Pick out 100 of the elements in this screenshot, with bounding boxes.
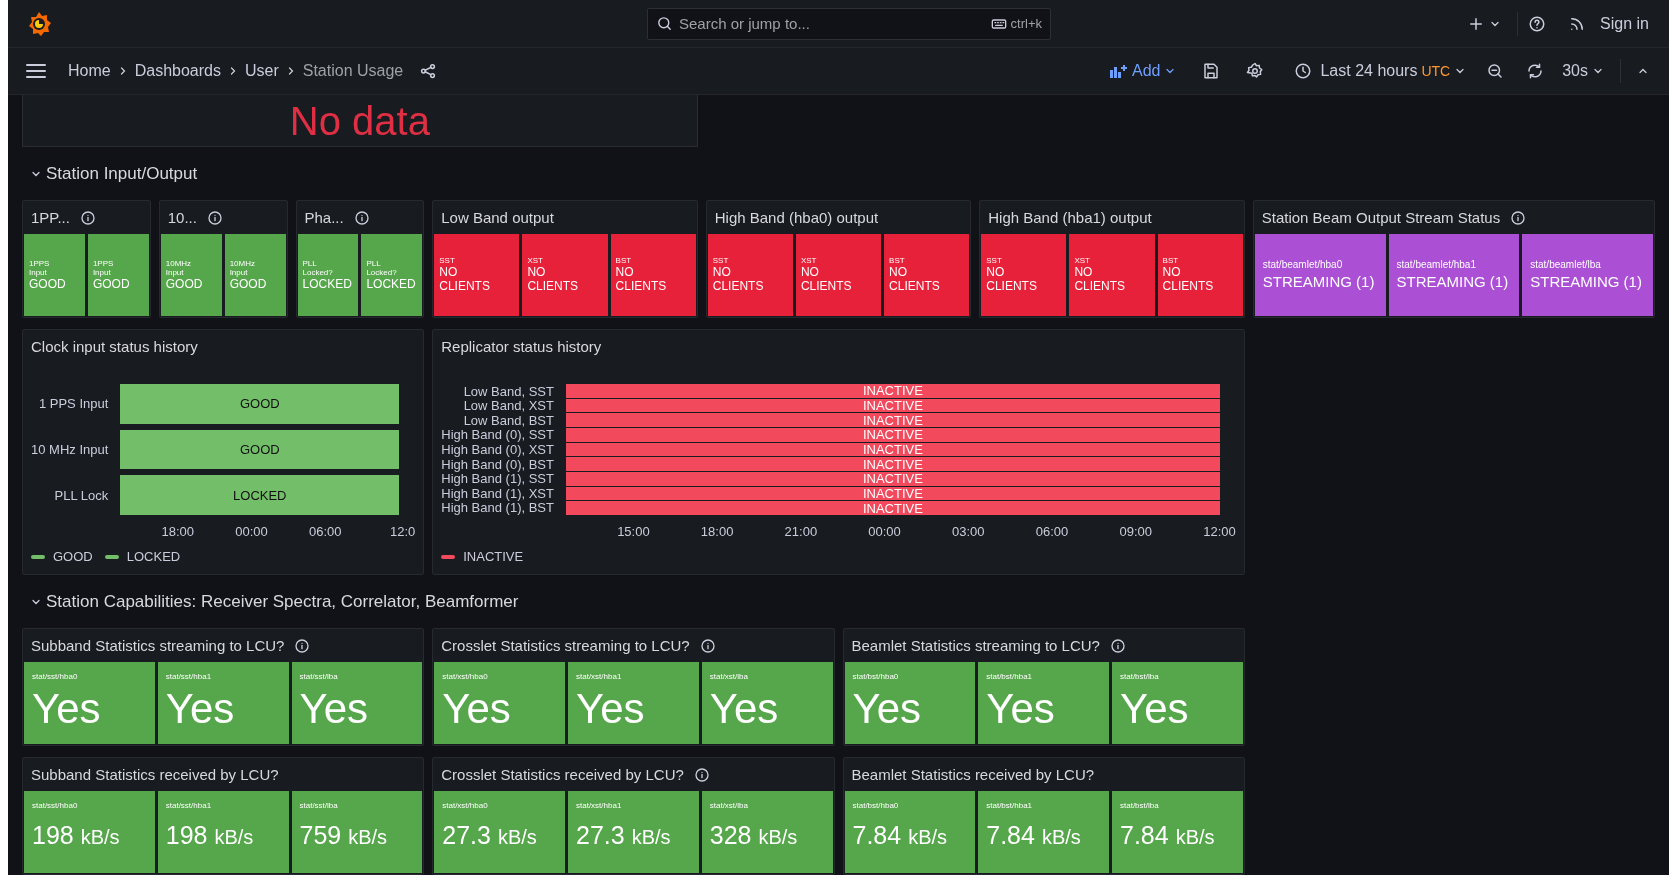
sign-in-button[interactable]: Sign in	[1594, 10, 1655, 37]
panel-title[interactable]: Subband Statistics received by LCU?	[31, 766, 279, 783]
tile-label: stat/bst/hba1	[986, 672, 1034, 682]
tile-label: XST	[1074, 256, 1090, 266]
panel-title[interactable]: Station Beam Output Stream Status	[1261, 209, 1501, 226]
tile-value: 27.3 kB/s	[442, 820, 538, 850]
info-icon[interactable]	[79, 209, 96, 226]
bar-chart-icon	[1110, 64, 1128, 78]
breadcrumb-link[interactable]: User	[244, 62, 279, 80]
tile-label: stat/sst/hba0	[32, 801, 79, 811]
state-bar: GOOD	[120, 429, 400, 470]
panel-title[interactable]: Beamlet Statistics streaming to LCU?	[851, 637, 1100, 654]
tile-value: Yes	[442, 687, 512, 730]
tile-label: PLL Locked?	[366, 258, 397, 278]
tile-value: 27.3 kB/s	[576, 820, 672, 850]
tile-label: stat/xst/hba1	[576, 672, 623, 682]
tile-value: Yes	[986, 687, 1056, 730]
info-icon[interactable]	[693, 766, 710, 783]
help-icon[interactable]	[1528, 14, 1547, 33]
clock-icon	[1294, 62, 1313, 80]
tile-label: stat/xst/hba0	[442, 801, 489, 811]
info-icon[interactable]	[353, 209, 370, 226]
tile-label: PLL Locked?	[302, 258, 333, 278]
tile-value: NO CLIENTS	[439, 266, 490, 294]
panel-title[interactable]: Low Band output	[441, 209, 554, 226]
tile-value: NO CLIENTS	[800, 266, 852, 294]
panel-title[interactable]: Beamlet Statistics received by LCU?	[851, 766, 1095, 783]
info-icon[interactable]	[294, 637, 311, 654]
panel-title[interactable]: High Band (hba1) output	[988, 209, 1152, 226]
axis-tick: 06:00	[308, 524, 342, 539]
legend-label: INACTIVE	[463, 549, 524, 564]
panel-title[interactable]: Subband Statistics streaming to LCU?	[31, 637, 285, 654]
state-bar: INACTIVE	[565, 384, 1220, 398]
tile-value: Yes	[32, 687, 102, 730]
breadcrumb-link[interactable]: Station Usage	[302, 62, 404, 80]
tile-label: stat/beamlet/hba0	[1262, 259, 1344, 272]
panel-title[interactable]: 1PP...	[31, 209, 70, 226]
breadcrumb-link[interactable]: Dashboards	[134, 62, 221, 80]
share-icon[interactable]	[419, 62, 438, 80]
tile-label: stat/bst/hba0	[852, 801, 900, 811]
tile-label: stat/xst/lba	[709, 801, 749, 811]
tile-value: 328 kB/s	[709, 820, 799, 850]
add-button[interactable]: Add	[1104, 58, 1183, 84]
tile-value: NO CLIENTS	[889, 266, 940, 294]
tile-label: stat/bst/lba	[1120, 672, 1160, 682]
tile-value: 7.84 kB/s	[1120, 820, 1216, 850]
tile-label: stat/bst/lba	[1120, 801, 1160, 811]
tile-label: stat/sst/lba	[299, 672, 339, 682]
row-label: High Band (0), SST	[441, 427, 554, 443]
tile-value: GOOD	[29, 277, 66, 292]
info-icon[interactable]	[206, 209, 223, 226]
tile-value: Yes	[576, 687, 646, 730]
panel-title[interactable]: Crosslet Statistics received by LCU?	[441, 766, 684, 783]
save-icon[interactable]	[1202, 62, 1221, 80]
zoom-out-icon[interactable]	[1486, 62, 1505, 80]
axis-tick: 12:0	[388, 524, 416, 539]
row-label: PLL Lock	[54, 486, 109, 505]
section-title[interactable]: Station Input/Output	[46, 163, 198, 184]
tile-label: stat/sst/lba	[299, 801, 339, 811]
refresh-interval-picker[interactable]: 30s	[1556, 58, 1610, 84]
panel-title[interactable]: Replicator status history	[441, 338, 602, 355]
panel-title[interactable]: Pha...	[304, 209, 344, 226]
tile-value: GOOD	[92, 277, 130, 292]
row-label: High Band (1), BST	[441, 500, 554, 516]
tile-label: stat/xst/hba0	[442, 672, 489, 682]
row-label: High Band (1), XST	[441, 485, 554, 501]
state-bar: INACTIVE	[565, 486, 1220, 501]
panel-title[interactable]: Clock input status history	[31, 338, 198, 355]
info-icon[interactable]	[1510, 209, 1527, 226]
tile-label: stat/beamlet/hba1	[1396, 259, 1477, 272]
row-label: Low Band, XST	[463, 398, 554, 414]
tile-value: LOCKED	[302, 277, 352, 292]
panel-title[interactable]: Crosslet Statistics streaming to LCU?	[441, 637, 690, 654]
tile-label: stat/xst/hba1	[576, 801, 623, 811]
section-title[interactable]: Station Capabilities: Receiver Spectra, Correlator, Beamformer	[46, 591, 519, 612]
axis-tick: 18:00	[160, 524, 195, 539]
info-icon[interactable]	[699, 637, 716, 654]
settings-icon[interactable]	[1246, 62, 1265, 80]
state-bar: INACTIVE	[565, 398, 1220, 413]
time-range-picker[interactable]: Last 24 hours UTC	[1288, 58, 1473, 84]
info-icon[interactable]	[1109, 637, 1126, 654]
legend-label: GOOD	[53, 549, 93, 564]
tile-label: 1PPS Input	[29, 258, 50, 278]
tile-value: NO CLIENTS	[615, 266, 667, 294]
axis-tick: 00:00	[234, 524, 268, 539]
search-field[interactable]: Search or jump to...	[679, 15, 985, 32]
tile-label: XST	[527, 256, 543, 266]
tile-value: NO CLIENTS	[986, 266, 1037, 294]
panel-title[interactable]: High Band (hba0) output	[714, 209, 879, 226]
tile-label: stat/sst/hba1	[165, 801, 213, 811]
shortcut-hint: ctrl+k	[1010, 16, 1042, 31]
breadcrumb-link[interactable]: Home	[68, 62, 111, 80]
refresh-icon[interactable]	[1526, 62, 1545, 80]
tile-value: Yes	[1120, 687, 1190, 730]
tile-label: 1PPS Input	[92, 258, 114, 278]
search-bar[interactable]: Search or jump to... ctrl+k	[647, 7, 1051, 40]
tile-label: stat/sst/hba1	[165, 672, 213, 682]
state-bar: GOOD	[120, 384, 400, 424]
panel-title[interactable]: 10...	[167, 209, 197, 226]
tile-value: Yes	[299, 687, 370, 730]
